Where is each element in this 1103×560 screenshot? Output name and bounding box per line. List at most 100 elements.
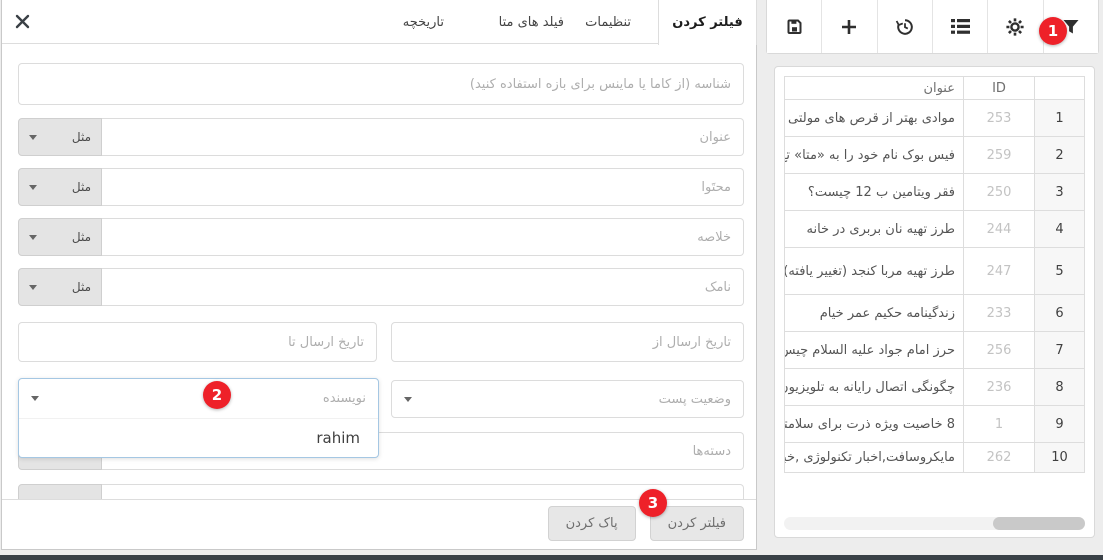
row-number: 10: [1035, 443, 1085, 473]
author-search-input[interactable]: نویسنده: [19, 379, 378, 419]
tab-filter[interactable]: فیلتر کردن: [658, 0, 757, 45]
slug-filter-row: مثل: [18, 268, 744, 306]
settings-button[interactable]: [987, 0, 1042, 53]
step-badge-2: 2: [203, 381, 231, 409]
row-id: 250: [964, 174, 1035, 211]
summary-operator-button[interactable]: مثل: [18, 218, 102, 256]
id-input[interactable]: [18, 63, 744, 105]
table-row[interactable]: 6233زندگینامه حکیم عمر خیام: [785, 295, 1085, 332]
rows-button[interactable]: [932, 0, 987, 53]
author-combobox: نویسنده rahim: [18, 378, 379, 458]
id-filter-row: [18, 63, 744, 105]
table-row[interactable]: 918 خاصیت ویژه ذرت برای سلامتی: [785, 406, 1085, 443]
row-number: 2: [1035, 137, 1085, 174]
add-button[interactable]: [821, 0, 876, 53]
history-icon: [895, 17, 915, 37]
gear-icon: [1005, 17, 1025, 37]
close-button[interactable]: [13, 12, 31, 30]
content-operator-button[interactable]: مثل: [18, 168, 102, 206]
filter-modal: تاریخچه فیلد های متا تنظیمات فیلتر کردن …: [1, 0, 757, 550]
tab-settings[interactable]: تنظیمات: [585, 0, 631, 44]
results-table: ID عنوان 1253موادی بهتر از قرص های مولتی…: [784, 76, 1085, 473]
operator-label: مثل: [72, 280, 91, 294]
post-status-combobox[interactable]: وضعیت پست: [391, 380, 744, 418]
author-option-rahim[interactable]: rahim: [19, 419, 378, 457]
row-id: 247: [964, 248, 1035, 295]
save-icon: [785, 17, 804, 36]
row-title: مایکروسافت,اخبار تکنولوژی ,خبر: [785, 443, 964, 473]
scrollbar-thumb[interactable]: [993, 517, 1085, 530]
row-number: 9: [1035, 406, 1085, 443]
table-header-row: ID عنوان: [785, 77, 1085, 100]
row-title: طرز تهیه مربا کنجد (تغییر یافته): [785, 248, 964, 295]
operator-label: مثل: [72, 180, 91, 194]
row-title: طرز تهیه نان بربری در خانه: [785, 211, 964, 248]
operator-label: مثل: [72, 230, 91, 244]
row-number: 1: [1035, 100, 1085, 137]
row-id: 236: [964, 369, 1035, 406]
save-button[interactable]: [767, 0, 821, 53]
summary-filter-row: مثل: [18, 218, 744, 256]
chevron-down-icon: [29, 285, 37, 290]
title-operator-button[interactable]: مثل: [18, 118, 102, 156]
row-number: 5: [1035, 248, 1085, 295]
table-row[interactable]: 8236چگونگی اتصال رایانه به تلویزیون: [785, 369, 1085, 406]
date-from-input[interactable]: [391, 322, 744, 362]
slug-input[interactable]: [102, 268, 744, 306]
table-row[interactable]: 2259فیس بوک نام خود را به «متا» تغ: [785, 137, 1085, 174]
slug-operator-button[interactable]: مثل: [18, 268, 102, 306]
content-filter-row: مثل: [18, 168, 744, 206]
chevron-down-icon: [29, 185, 37, 190]
row-id: 1: [964, 406, 1035, 443]
author-placeholder: نویسنده: [323, 391, 366, 406]
content-input[interactable]: [102, 168, 744, 206]
plus-icon: [839, 17, 859, 37]
rows-icon: [951, 19, 970, 34]
table-row[interactable]: 4244طرز تهیه نان بربری در خانه: [785, 211, 1085, 248]
date-from-row: [391, 322, 744, 362]
history-button[interactable]: [877, 0, 932, 53]
tab-history[interactable]: تاریخچه: [403, 0, 444, 44]
row-number: 6: [1035, 295, 1085, 332]
modal-tab-bar: تاریخچه فیلد های متا تنظیمات فیلتر کردن: [2, 0, 756, 44]
table-horizontal-scrollbar[interactable]: [784, 517, 1085, 530]
row-title: چگونگی اتصال رایانه به تلویزیون: [785, 369, 964, 406]
results-table-wrap: ID عنوان 1253موادی بهتر از قرص های مولتی…: [784, 76, 1085, 473]
date-to-row: [18, 322, 377, 362]
row-id: 233: [964, 295, 1035, 332]
title-filter-row: مثل: [18, 118, 744, 156]
row-number: 7: [1035, 332, 1085, 369]
chevron-down-icon: [29, 235, 37, 240]
table-row[interactable]: 3250فقر ویتامین ب 12 چیست؟: [785, 174, 1085, 211]
table-row[interactable]: 10262مایکروسافت,اخبار تکنولوژی ,خبر: [785, 443, 1085, 473]
tab-meta-fields[interactable]: فیلد های متا: [499, 0, 564, 44]
app-root: تاریخچه فیلد های متا تنظیمات فیلتر کردن …: [0, 0, 1103, 560]
step-badge-1: 1: [1039, 17, 1067, 45]
title-input[interactable]: [102, 118, 744, 156]
row-id: 256: [964, 332, 1035, 369]
clear-button[interactable]: پاک کردن: [548, 506, 636, 541]
close-icon: [15, 14, 30, 29]
row-id: 262: [964, 443, 1035, 473]
row-number: 8: [1035, 369, 1085, 406]
header-row-number: [1035, 77, 1085, 100]
table-row[interactable]: 7256حرز امام جواد علیه السلام چیس: [785, 332, 1085, 369]
bottom-bar: [0, 555, 1103, 560]
post-status-placeholder: وضعیت پست: [659, 392, 731, 407]
summary-input[interactable]: [102, 218, 744, 256]
row-number: 4: [1035, 211, 1085, 248]
table-body: 1253موادی بهتر از قرص های مولتی و2259فیس…: [785, 100, 1085, 473]
row-title: فیس بوک نام خود را به «متا» تغ: [785, 137, 964, 174]
results-card: ID عنوان 1253موادی بهتر از قرص های مولتی…: [774, 66, 1095, 538]
row-title: فقر ویتامین ب 12 چیست؟: [785, 174, 964, 211]
chevron-down-icon: [404, 397, 412, 402]
chevron-down-icon: [29, 135, 37, 140]
row-id: 259: [964, 137, 1035, 174]
table-row[interactable]: 1253موادی بهتر از قرص های مولتی و: [785, 100, 1085, 137]
table-row[interactable]: 5247طرز تهیه مربا کنجد (تغییر یافته): [785, 248, 1085, 295]
row-number: 3: [1035, 174, 1085, 211]
row-title: زندگینامه حکیم عمر خیام: [785, 295, 964, 332]
date-to-input[interactable]: [18, 322, 377, 362]
row-title: موادی بهتر از قرص های مولتی و: [785, 100, 964, 137]
row-title: حرز امام جواد علیه السلام چیس: [785, 332, 964, 369]
